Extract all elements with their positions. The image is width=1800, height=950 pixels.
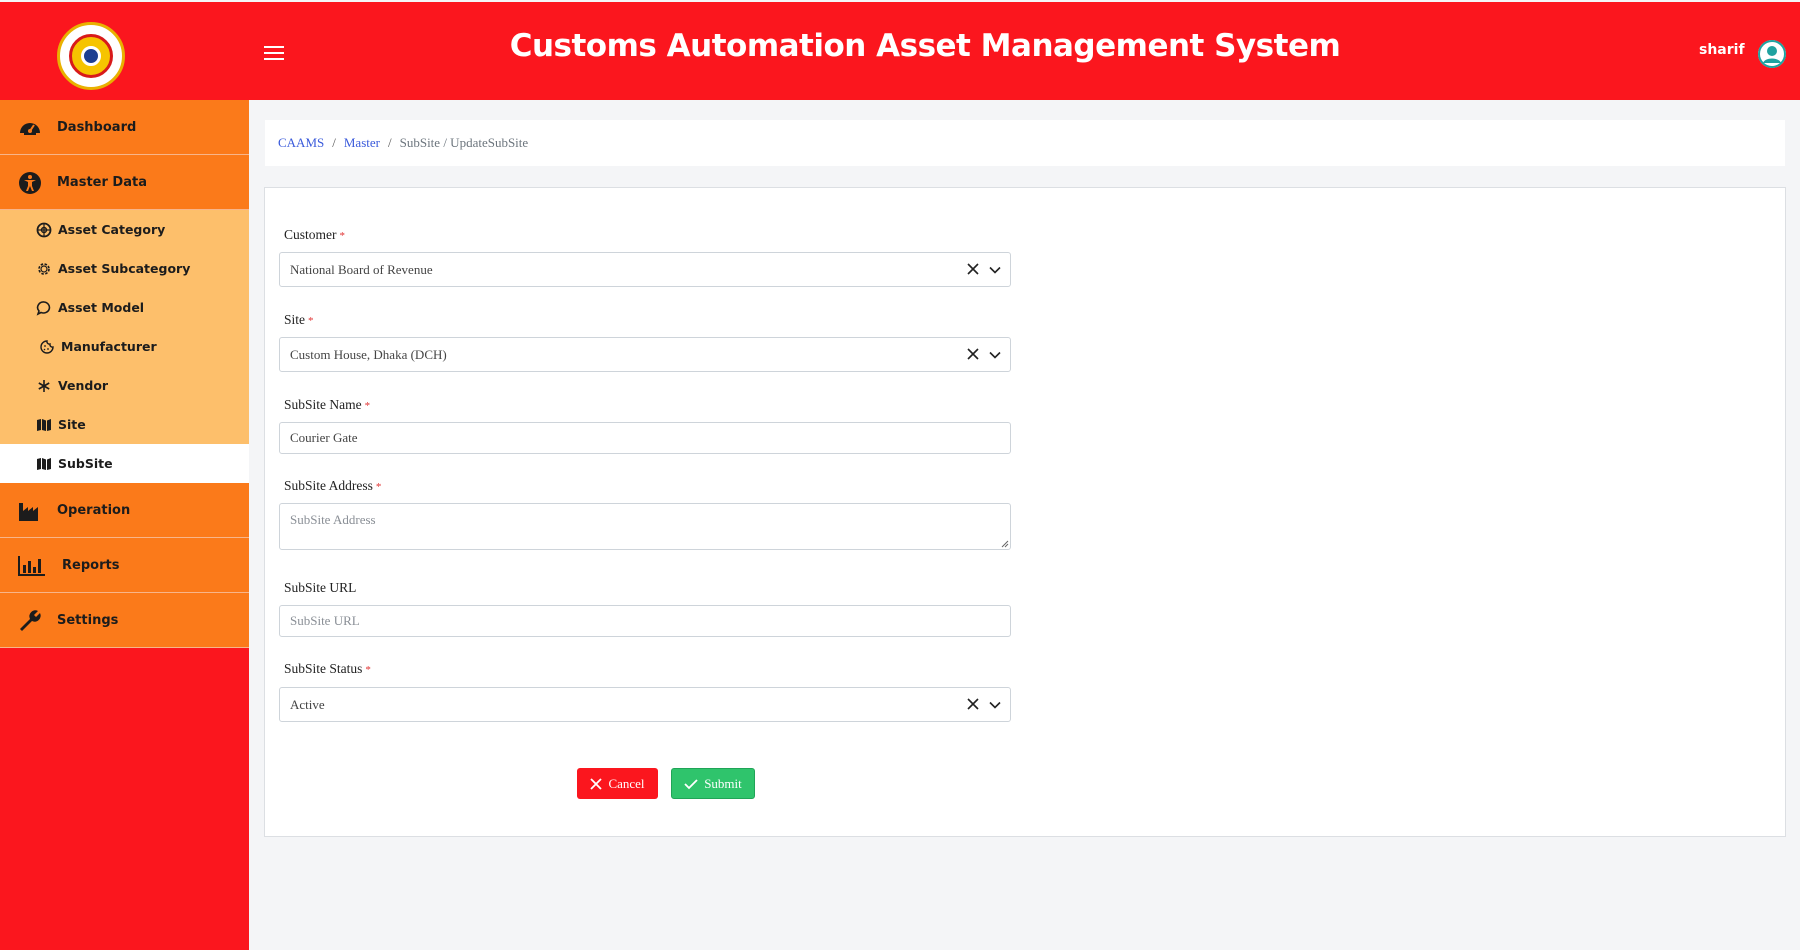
subsite-status-value: Active xyxy=(290,696,325,712)
close-icon xyxy=(590,777,603,790)
master-data-submenu: Asset Category Asset Subcategory Asset M… xyxy=(0,210,249,483)
sidebar-item-label: SubSite xyxy=(58,456,113,471)
sidebar-item-master-data[interactable]: Master Data xyxy=(0,155,249,210)
chevron-down-icon[interactable] xyxy=(988,348,1002,362)
sidebar-item-label: Asset Model xyxy=(58,300,145,315)
breadcrumb-separator: / xyxy=(332,135,336,150)
subsite-status-label: SubSite Status * xyxy=(284,661,371,676)
top-header: Customs Automation Asset Management Syst… xyxy=(0,2,1800,100)
customer-select[interactable]: National Board of Revenue xyxy=(279,252,1011,287)
sidebar-item-label: Asset Category xyxy=(58,222,166,237)
subsite-address-textarea[interactable]: SubSite Address xyxy=(279,503,1011,550)
sidebar-item-label: Manufacturer xyxy=(61,339,157,354)
sidebar-item-label: Settings xyxy=(57,612,119,628)
subsite-url-label: SubSite URL xyxy=(284,580,357,595)
subsite-address-label: SubSite Address * xyxy=(284,478,382,493)
chat-bubble-icon xyxy=(36,301,51,316)
sidebar-item-label: Asset Subcategory xyxy=(58,261,191,276)
resize-grip-icon[interactable] xyxy=(1001,540,1009,548)
dashboard-gauge-icon xyxy=(20,123,40,135)
sidebar-item-subsite[interactable]: SubSite xyxy=(0,444,249,483)
breadcrumb-section-link[interactable]: Master xyxy=(344,135,380,151)
breadcrumb-current: SubSite / UpdateSubSite xyxy=(399,135,529,150)
sidebar-item-dashboard[interactable]: Dashboard xyxy=(0,100,249,155)
hamburger-menu-icon[interactable] xyxy=(264,46,284,60)
sidebar-item-site[interactable]: Site xyxy=(0,405,249,444)
submit-button[interactable]: Submit xyxy=(671,768,755,799)
chevron-down-icon[interactable] xyxy=(988,698,1002,712)
clear-icon[interactable] xyxy=(966,347,980,361)
cancel-button-label: Cancel xyxy=(608,775,645,791)
sidebar-item-asset-model[interactable]: Asset Model xyxy=(0,288,249,327)
subsite-status-select[interactable]: Active xyxy=(279,687,1011,722)
subsite-name-input[interactable]: Courier Gate xyxy=(279,422,1011,454)
breadcrumb-root-link[interactable]: CAAMS xyxy=(278,135,324,151)
site-select[interactable]: Custom House, Dhaka (DCH) xyxy=(279,337,1011,372)
map-icon xyxy=(37,419,51,431)
subsite-name-label: SubSite Name * xyxy=(284,397,371,412)
username[interactable]: sharif xyxy=(1699,42,1745,58)
submit-button-label: Submit xyxy=(704,775,742,791)
cancel-button[interactable]: Cancel xyxy=(577,768,658,799)
sidebar-item-asset-category[interactable]: Asset Category xyxy=(0,210,249,249)
sidebar-item-reports[interactable]: Reports xyxy=(0,538,249,593)
sidebar-item-label: Dashboard xyxy=(57,119,137,135)
cookie-icon xyxy=(40,340,54,354)
customer-select-value: National Board of Revenue xyxy=(290,261,433,277)
sidebar-item-label: Reports xyxy=(62,557,120,573)
industry-icon xyxy=(19,503,38,521)
site-select-value: Custom House, Dhaka (DCH) xyxy=(290,346,447,362)
checkmark-icon xyxy=(684,778,698,789)
update-subsite-form: Customer * National Board of Revenue Site… xyxy=(264,187,1786,837)
clear-icon[interactable] xyxy=(966,262,980,276)
snowflake-icon xyxy=(38,380,50,392)
sidebar: Dashboard Master Data Asset Category Ass… xyxy=(0,100,249,950)
customs-logo xyxy=(57,22,125,90)
sidebar-item-asset-subcategory[interactable]: Asset Subcategory xyxy=(0,249,249,288)
breadcrumb: CAAMS / Master / SubSite / UpdateSubSite xyxy=(265,120,1785,166)
sidebar-item-vendor[interactable]: Vendor xyxy=(0,366,249,405)
sidebar-item-manufacturer[interactable]: Manufacturer xyxy=(0,327,249,366)
bar-chart-icon xyxy=(18,556,45,576)
map-icon xyxy=(37,458,51,470)
clear-icon[interactable] xyxy=(966,697,980,711)
sidebar-item-settings[interactable]: Settings xyxy=(0,593,249,648)
subsite-url-input[interactable]: SubSite URL xyxy=(279,605,1011,637)
accessibility-icon xyxy=(19,172,41,194)
sidebar-item-label: Master Data xyxy=(57,174,147,190)
sidebar-item-label: Operation xyxy=(57,502,131,518)
user-avatar-icon[interactable] xyxy=(1758,40,1786,68)
app-title: Customs Automation Asset Management Syst… xyxy=(509,28,1341,64)
breadcrumb-separator: / xyxy=(387,135,392,150)
sidebar-item-operation[interactable]: Operation xyxy=(0,483,249,538)
site-label: Site * xyxy=(284,312,314,327)
sidebar-item-label: Vendor xyxy=(58,378,109,393)
customer-label: Customer * xyxy=(284,227,345,242)
lifebuoy-icon xyxy=(36,222,52,238)
sidebar-item-label: Site xyxy=(58,417,86,432)
wrench-icon xyxy=(20,610,41,631)
chevron-down-icon[interactable] xyxy=(988,263,1002,277)
subsite-address-placeholder: SubSite Address xyxy=(290,512,376,527)
gear-icon xyxy=(38,263,50,275)
